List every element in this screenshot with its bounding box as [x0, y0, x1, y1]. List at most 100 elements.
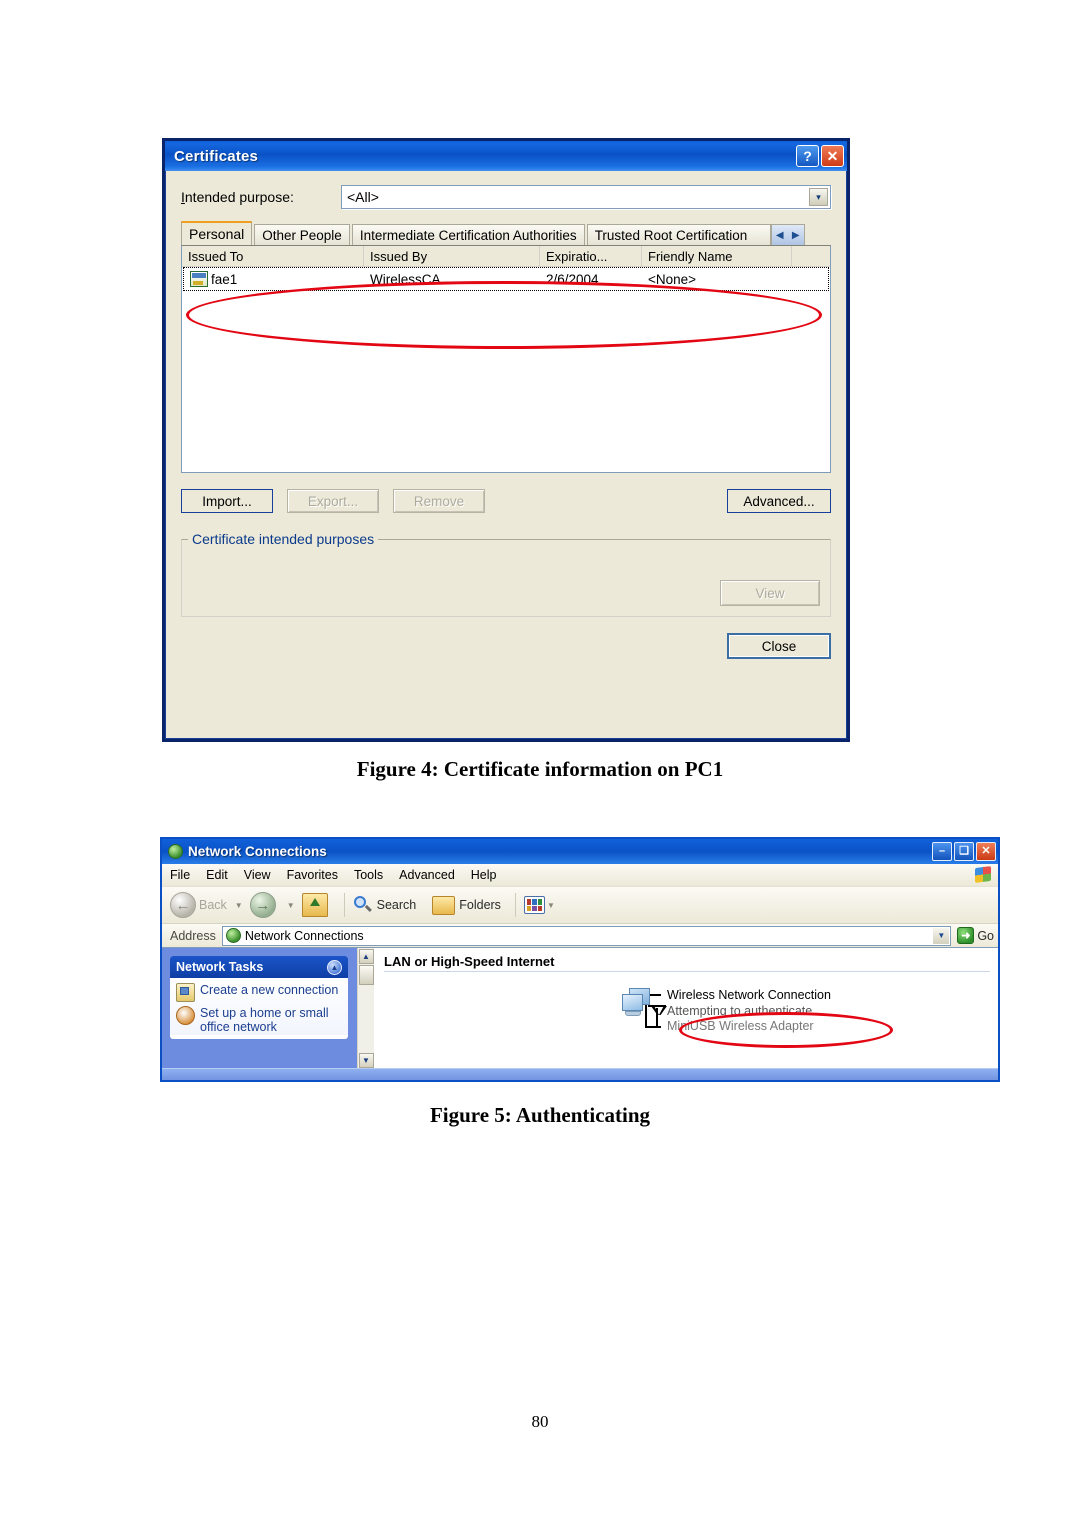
folders-icon	[432, 895, 456, 915]
column-issued-to[interactable]: Issued To	[182, 246, 364, 266]
search-label: Search	[376, 898, 417, 912]
vertical-scrollbar[interactable]: ▲ ▼	[357, 948, 374, 1068]
certificates-titlebar[interactable]: Certificates ? ✕	[165, 141, 847, 171]
search-button[interactable]: Search	[353, 895, 417, 915]
certificate-list[interactable]: Issued To Issued By Expiratio... Friendl…	[181, 245, 831, 473]
remove-button: Remove	[393, 489, 485, 513]
sidebar-item-label: Set up a home or small office network	[200, 1006, 329, 1035]
views-icon[interactable]	[523, 896, 545, 914]
folders-button[interactable]: Folders	[432, 895, 501, 915]
network-tasks-body: Create a new connection Set up a home or…	[170, 978, 348, 1035]
intended-purpose-row: IIntended purpose:ntended purpose: <All>…	[181, 185, 831, 209]
figure-5-caption: Figure 5: Authenticating	[429, 1103, 651, 1127]
cell-issued-to-text: fae1	[211, 271, 238, 287]
go-button[interactable]: ➜ Go	[957, 927, 994, 944]
back-label: Back	[199, 898, 227, 912]
column-friendly-name[interactable]: Friendly Name	[642, 246, 792, 266]
page-number: 80	[531, 1412, 549, 1431]
menu-view[interactable]: View	[244, 868, 271, 882]
back-dropdown-icon[interactable]: ▼	[235, 901, 243, 910]
forward-arrow-icon: →	[249, 892, 276, 918]
sidebar-item-setup-home-network[interactable]: Set up a home or small office network	[176, 1006, 342, 1035]
sidebar: Network Tasks ▲ Create a new connection …	[162, 948, 357, 1068]
network-tasks-header[interactable]: Network Tasks ▲	[170, 956, 348, 978]
export-button: Export...	[287, 489, 379, 513]
column-expiration[interactable]: Expiratio...	[540, 246, 642, 266]
intended-purpose-select[interactable]: <All> ▾	[341, 185, 831, 209]
certificate-action-buttons: Import... Export... Remove Advanced...	[181, 489, 831, 513]
close-icon[interactable]: ✕	[821, 145, 844, 167]
menu-advanced[interactable]: Advanced	[399, 868, 455, 882]
views-dropdown-icon[interactable]: ▼	[547, 901, 555, 910]
help-icon[interactable]: ?	[796, 145, 819, 167]
intended-purpose-value: <All>	[347, 189, 379, 205]
forward-dropdown-icon[interactable]: ▼	[287, 901, 295, 910]
advanced-button[interactable]: Advanced...	[727, 489, 831, 513]
tab-scroll-buttons[interactable]: ◀ ▶	[770, 224, 805, 245]
menu-tools[interactable]: Tools	[354, 868, 383, 882]
certificate-icon	[190, 271, 208, 287]
up-folder-icon[interactable]	[301, 893, 328, 917]
import-button[interactable]: Import...	[181, 489, 273, 513]
sidebar-item-create-new-connection[interactable]: Create a new connection	[176, 983, 342, 1002]
window-title: Network Connections	[188, 844, 327, 859]
home-network-icon	[176, 1006, 195, 1025]
list-item[interactable]: Wireless Network Connection Attempting t…	[619, 986, 831, 1035]
chevron-right-icon[interactable]: ▶	[792, 230, 800, 241]
menu-edit[interactable]: Edit	[206, 868, 228, 882]
connection-device: MiniUSB Wireless Adapter	[667, 1019, 814, 1034]
network-connections-titlebar[interactable]: Network Connections – ❑ ✕	[162, 839, 998, 864]
forward-button[interactable]: →	[249, 892, 279, 918]
menu-file[interactable]: File	[170, 868, 190, 882]
network-tasks-panel: Network Tasks ▲ Create a new connection …	[170, 956, 348, 1039]
address-input[interactable]: Network Connections ▼	[221, 925, 952, 946]
tab-trusted-root-certification[interactable]: Trusted Root Certification	[586, 224, 771, 245]
group-rule	[384, 971, 990, 972]
view-button: View	[720, 580, 820, 606]
menu-bar: File Edit View Favorites Tools Advanced …	[162, 864, 998, 887]
help-glyph: ?	[803, 148, 812, 164]
scroll-up-icon[interactable]: ▲	[358, 949, 374, 964]
connection-text: Wireless Network Connection Attempting t…	[667, 988, 831, 1035]
menu-help[interactable]: Help	[471, 868, 497, 882]
column-spacer	[792, 246, 830, 266]
folders-label: Folders	[459, 898, 501, 912]
window-main: Network Tasks ▲ Create a new connection …	[162, 948, 998, 1068]
figure-4-caption: Figure 4: Certificate information on PC1	[356, 757, 724, 781]
dialog-title: Certificates	[174, 147, 259, 165]
network-connections-window: Network Connections – ❑ ✕ File Edit View…	[160, 837, 1000, 1082]
toolbar-separator-2	[514, 893, 516, 917]
table-row[interactable]: fae1 WirelessCA 2/6/2004 <None>	[183, 267, 829, 291]
maximize-icon[interactable]: ❑	[954, 842, 974, 861]
scrollbar-thumb[interactable]	[358, 965, 374, 985]
certificates-body: IIntended purpose:ntended purpose: <All>…	[165, 171, 847, 659]
tab-personal[interactable]: Personal	[181, 221, 253, 245]
cell-issued-to: fae1	[184, 271, 364, 287]
chevron-down-icon[interactable]: ▼	[933, 927, 950, 944]
back-button: ← Back	[170, 892, 227, 918]
back-arrow-icon: ←	[170, 892, 196, 918]
close-glyph: ✕	[826, 148, 839, 164]
toolbar-separator	[343, 893, 345, 917]
menu-favorites[interactable]: Favorites	[287, 868, 338, 882]
close-icon[interactable]: ✕	[976, 842, 996, 861]
collapse-chevron-icon[interactable]: ▲	[327, 959, 342, 975]
certificates-dialog: Certificates ? ✕ IIntended purpose:ntend…	[162, 138, 850, 742]
column-issued-by[interactable]: Issued By	[364, 246, 540, 266]
certificate-tabs: Personal Other People Intermediate Certi…	[181, 221, 831, 245]
connection-status: Attempting to authenticate	[667, 1003, 813, 1018]
tab-intermediate-certification-authorities[interactable]: Intermediate Certification Authorities	[351, 224, 585, 245]
address-label: Address	[170, 928, 216, 943]
cell-friendly-name: <None>	[648, 271, 697, 287]
tab-other-people[interactable]: Other People	[254, 224, 350, 245]
chevron-left-icon[interactable]: ◀	[776, 230, 784, 241]
minimize-icon[interactable]: –	[932, 842, 952, 861]
go-arrow-icon: ➜	[957, 927, 975, 944]
intended-purpose-label: IIntended purpose:ntended purpose:	[181, 189, 294, 205]
toolbar: ← Back ▼ → ▼ Search Folders ▼	[162, 887, 998, 924]
close-button[interactable]: Close	[727, 633, 831, 659]
scroll-down-icon[interactable]: ▼	[358, 1053, 374, 1068]
wireless-connection-icon	[619, 986, 663, 1030]
cell-expiration: 2/6/2004	[546, 271, 599, 287]
chevron-down-icon[interactable]: ▾	[809, 188, 828, 206]
